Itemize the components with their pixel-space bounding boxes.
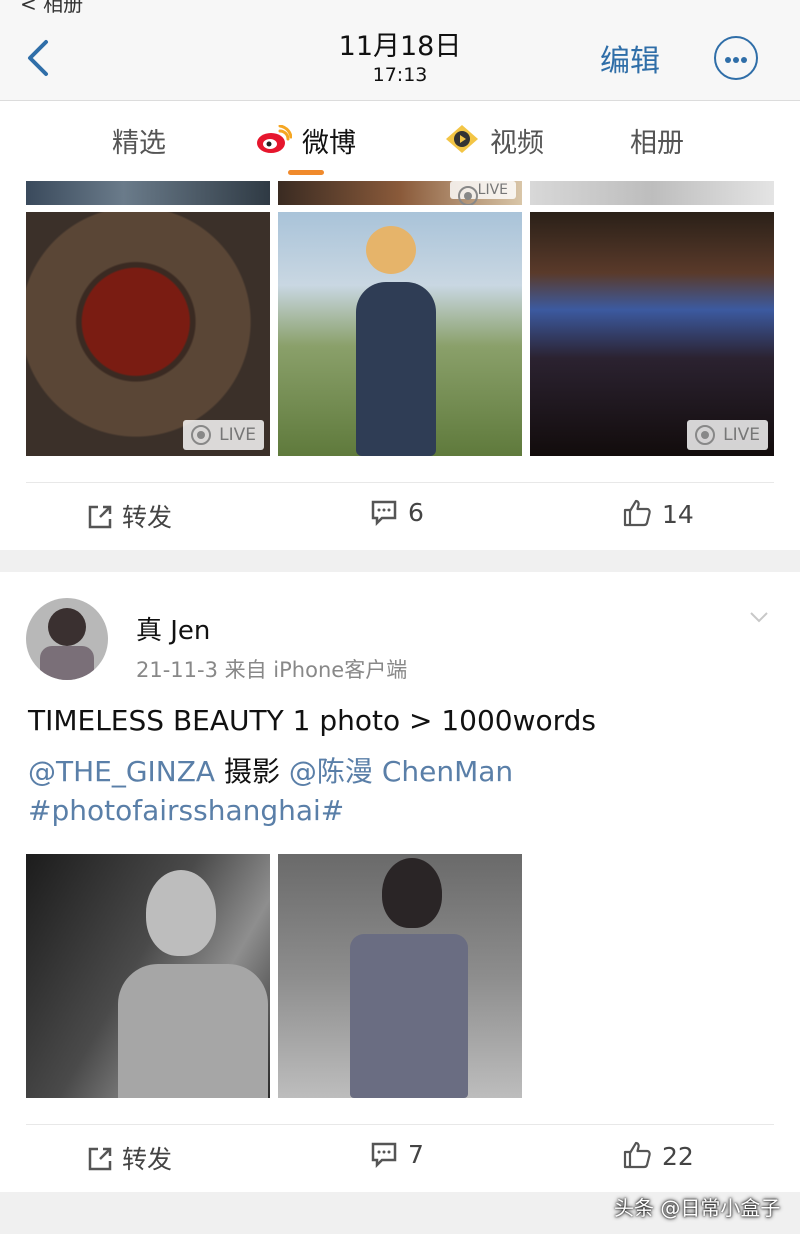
share-icon	[88, 1147, 112, 1171]
avatar-body-shape	[40, 646, 94, 680]
tab-weibo[interactable]: 微博	[302, 121, 356, 160]
photo-concert[interactable]: LIVE	[530, 212, 774, 456]
figure-head-shape	[366, 226, 416, 274]
photo-thumbnail[interactable]	[530, 181, 774, 205]
figure-dress-shape	[356, 282, 436, 456]
more-dot-icon	[741, 57, 747, 63]
avatar-head-shape	[48, 608, 86, 646]
post-text-fragment: 摄影	[224, 755, 281, 788]
comment-icon	[371, 500, 397, 527]
photo-hotpot[interactable]: LIVE	[26, 212, 270, 456]
photo-portrait-bw[interactable]	[26, 854, 270, 1098]
comment-icon	[371, 1142, 397, 1169]
live-badge: LIVE	[183, 420, 264, 450]
more-button[interactable]	[714, 36, 758, 80]
divider-line	[26, 1124, 774, 1125]
header-date: 11月18日	[338, 31, 462, 62]
post-text-line2: @THE_GINZA 摄影 @陈漫 ChenMan	[28, 750, 513, 790]
live-badge: LIVE	[687, 420, 768, 450]
post-separator	[0, 550, 800, 572]
repost-label: 转发	[122, 503, 173, 532]
tab-featured[interactable]: 精选	[112, 121, 166, 160]
header-time: 17:13	[372, 64, 428, 86]
tab-album[interactable]: 相册	[630, 121, 684, 160]
avatar[interactable]	[26, 598, 108, 680]
share-icon	[88, 505, 112, 529]
chevron-down-icon	[750, 612, 768, 623]
more-dot-icon	[725, 57, 731, 63]
photo-portrait-dress[interactable]	[278, 854, 522, 1098]
hashtag-link[interactable]: #photofairsshanghai#	[28, 794, 344, 827]
divider-line	[26, 482, 774, 483]
photo-thumbnail[interactable]	[26, 181, 270, 205]
post-meta: 21-11-3 来自 iPhone客户端	[136, 658, 408, 682]
thumbs-up-icon	[623, 1141, 651, 1169]
more-dot-icon	[733, 57, 739, 63]
tab-bar: 精选 微博 视频 相册	[0, 101, 800, 181]
like-button[interactable]: 22	[622, 1140, 694, 1171]
like-count: 22	[662, 1142, 694, 1171]
mention-link[interactable]: @THE_GINZA	[28, 755, 215, 788]
figure-head-shape	[146, 870, 216, 956]
watermark: 头条 @日常小盒子	[614, 1196, 781, 1220]
like-button[interactable]: 14	[622, 498, 694, 529]
comment-button[interactable]: 6	[370, 498, 424, 527]
comment-count: 7	[408, 1140, 424, 1169]
figure-body-shape	[118, 964, 268, 1098]
repost-button[interactable]: 转发	[86, 498, 172, 534]
photo-thumbnail[interactable]: LIVE	[278, 181, 522, 205]
post-text: TIMELESS BEAUTY 1 photo > 1000words	[28, 704, 597, 737]
repost-button[interactable]: 转发	[86, 1140, 172, 1176]
thumbs-up-icon	[623, 499, 651, 527]
live-badge: LIVE	[449, 181, 516, 205]
repost-label: 转发	[122, 1145, 173, 1174]
video-tab-icon	[444, 123, 480, 159]
figure-dress-shape	[350, 934, 468, 1098]
active-tab-indicator	[288, 170, 324, 175]
post-menu-button[interactable]	[748, 606, 770, 628]
cropped-album-label: < 相册	[20, 0, 84, 16]
figure-head-shape	[382, 858, 442, 928]
like-count: 14	[662, 500, 694, 529]
username[interactable]: 真 Jen	[136, 610, 210, 647]
tab-video[interactable]: 视频	[490, 121, 544, 160]
comment-button[interactable]: 7	[370, 1140, 424, 1169]
edit-button[interactable]: 编辑	[600, 36, 660, 80]
nav-header: < 相册 11月18日 17:13 编辑	[0, 0, 800, 101]
mention-link[interactable]: @陈漫 ChenMan	[289, 755, 513, 788]
weibo-logo-icon	[256, 124, 293, 159]
comment-count: 6	[408, 498, 424, 527]
photo-woman-rooftop[interactable]	[278, 212, 522, 456]
